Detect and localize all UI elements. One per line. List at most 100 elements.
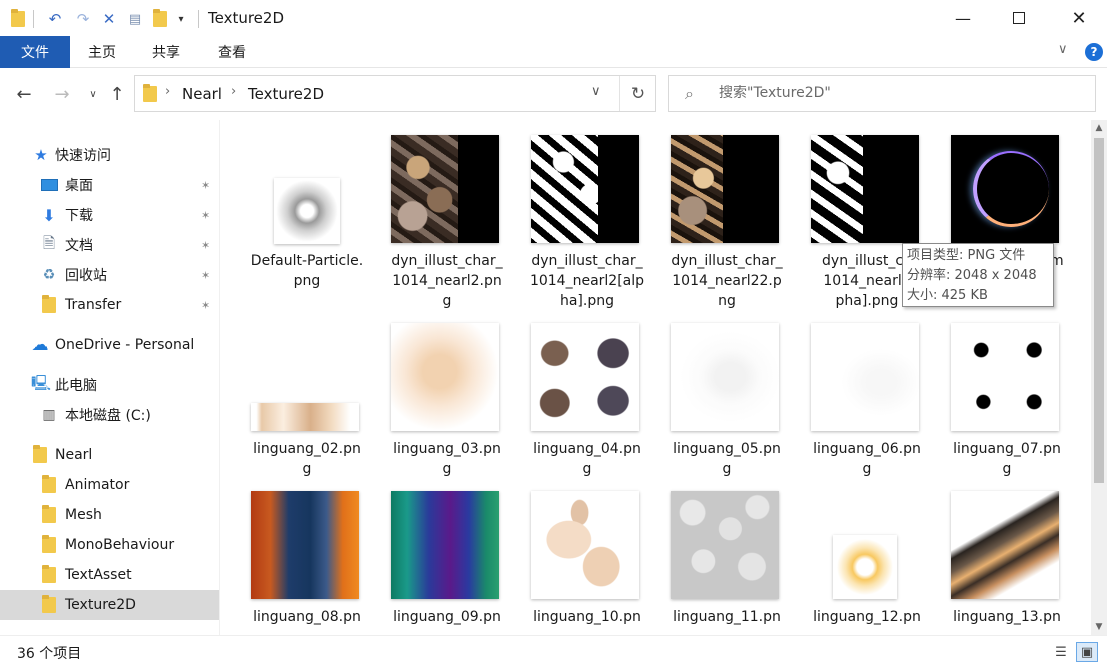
- file-thumbnail: [274, 178, 340, 244]
- help-icon[interactable]: ?: [1085, 43, 1103, 61]
- ribbon: 文件 主页 共享 查看 ∨ ?: [0, 36, 1107, 68]
- pin-icon[interactable]: ✶: [201, 239, 210, 252]
- file-name: dyn_illust_char_ 1014_nearl22.p ng: [671, 253, 783, 309]
- refresh-button[interactable]: ↻: [619, 76, 656, 111]
- recycle-bin-icon: ♻: [42, 267, 56, 283]
- sidebar-item-recycle-bin[interactable]: ♻ 回收站 ✶: [0, 260, 219, 290]
- folder-icon: [40, 505, 58, 523]
- sidebar-item-label: TextAsset: [65, 567, 132, 583]
- folder-icon: [40, 295, 58, 313]
- sidebar-item-this-pc[interactable]: 🖳 此电脑: [0, 370, 219, 400]
- back-button[interactable]: ←: [12, 82, 36, 106]
- tooltip-resolution: 分辨率: 2048 x 2048: [907, 268, 1037, 283]
- breadcrumb-texture2d[interactable]: Texture2D: [248, 85, 324, 103]
- folder-icon: [31, 445, 49, 463]
- file-thumbnail: [811, 135, 919, 243]
- navigation-pane: ★ 快速访问 桌面 ✶ ⬇ 下载 ✶ 🗎 文档 ✶ ♻ 回收站 ✶ Transf…: [0, 120, 220, 635]
- file-thumbnail: [811, 323, 919, 431]
- recent-locations-button[interactable]: ∨: [84, 82, 102, 106]
- tab-view[interactable]: 查看: [208, 36, 256, 68]
- file-thumbnail: [391, 323, 499, 431]
- file-name: linguang_11.pn: [673, 609, 781, 625]
- folder-icon: [10, 9, 26, 29]
- sidebar-item-label: Mesh: [65, 507, 102, 523]
- pin-icon[interactable]: ✶: [201, 179, 210, 192]
- search-input[interactable]: [719, 85, 1079, 101]
- breadcrumb-nearl[interactable]: Nearl: [182, 85, 222, 103]
- chevron-right-icon[interactable]: ›: [165, 84, 170, 99]
- forward-button[interactable]: →: [50, 82, 74, 106]
- sidebar-item-onedrive[interactable]: ☁ OneDrive - Personal: [0, 330, 219, 360]
- tooltip-type: 项目类型: PNG 文件: [907, 248, 1026, 263]
- undo-icon[interactable]: ↶: [44, 9, 66, 29]
- expand-ribbon-icon[interactable]: ∨: [1058, 42, 1068, 57]
- details-view-icon[interactable]: ☰: [1050, 642, 1072, 662]
- sidebar-item-desktop[interactable]: 桌面 ✶: [0, 170, 219, 200]
- file-name: linguang_12.pn: [813, 609, 921, 625]
- file-thumbnail: [671, 135, 779, 243]
- close-button[interactable]: ✕: [1056, 0, 1102, 36]
- sidebar-item-label: Transfer: [65, 297, 122, 313]
- file-grid: Default-Particle. png dyn_illust_char_ 101…: [221, 120, 1091, 635]
- file-thumbnail: [391, 135, 499, 243]
- file-thumbnail: [531, 323, 639, 431]
- folder-icon: [143, 84, 157, 102]
- pin-icon[interactable]: ✶: [201, 209, 210, 222]
- sidebar-item-downloads[interactable]: ⬇ 下载 ✶: [0, 200, 219, 230]
- vertical-scrollbar[interactable]: ▲ ▼: [1091, 120, 1107, 635]
- address-bar[interactable]: › Nearl › Texture2D ∨ ↻: [134, 75, 656, 112]
- tab-share[interactable]: 共享: [142, 36, 190, 68]
- redo-icon[interactable]: ↷: [72, 9, 94, 29]
- sidebar-item-quick-access[interactable]: ★ 快速访问: [0, 140, 219, 170]
- sidebar-item-transfer[interactable]: Transfer ✶: [0, 290, 219, 320]
- properties-icon[interactable]: ▤: [124, 9, 146, 29]
- scroll-down-icon[interactable]: ▼: [1091, 619, 1107, 635]
- file-name: linguang_09.pn: [393, 609, 501, 625]
- desktop-icon: [40, 177, 58, 193]
- sidebar-item-label: 下载: [65, 208, 93, 224]
- sidebar-item-label: Animator: [65, 477, 130, 493]
- file-thumbnail: [671, 323, 779, 431]
- file-tooltip: 项目类型: PNG 文件 分辨率: 2048 x 2048 大小: 425 KB: [902, 243, 1054, 307]
- sidebar-item-label: Texture2D: [65, 597, 136, 613]
- sidebar-item-textasset[interactable]: TextAsset: [0, 560, 219, 590]
- scroll-thumb[interactable]: [1094, 138, 1104, 483]
- tab-home[interactable]: 主页: [78, 36, 126, 68]
- file-name: linguang_08.pn: [253, 609, 361, 625]
- maximize-button[interactable]: [996, 0, 1042, 36]
- sidebar-item-animator[interactable]: Animator: [0, 470, 219, 500]
- file-thumbnail: [251, 491, 359, 599]
- scroll-up-icon[interactable]: ▲: [1091, 120, 1107, 136]
- ring-glow: [973, 151, 1049, 227]
- search-box[interactable]: ⌕: [668, 75, 1096, 112]
- file-name: linguang_10.pn: [533, 609, 641, 625]
- file-thumbnail: [531, 135, 639, 243]
- sidebar-item-label: 回收站: [65, 268, 107, 284]
- sidebar-item-local-disk[interactable]: ▥ 本地磁盘 (C:): [0, 400, 219, 430]
- explorer-window: ↶ ↷ ✕ ▤ ▾ Texture2D — ✕ 文件 主页 共享 查看 ∨ ? …: [0, 0, 1107, 665]
- chevron-down-icon[interactable]: ∨: [591, 84, 601, 99]
- file-name: dyn_illust_char_ 1014_nearl2.pn g: [391, 253, 503, 309]
- pin-icon[interactable]: ✶: [201, 269, 210, 282]
- up-button[interactable]: ↑: [106, 82, 128, 106]
- search-icon: ⌕: [685, 84, 694, 103]
- pin-icon[interactable]: ✶: [201, 299, 210, 312]
- tab-file[interactable]: 文件: [0, 36, 70, 68]
- customize-toolbar-icon[interactable]: ▾: [174, 9, 188, 29]
- file-thumbnail: [951, 323, 1059, 431]
- minimize-button[interactable]: —: [940, 0, 986, 36]
- window-title: Texture2D: [208, 9, 285, 27]
- sidebar-item-label: OneDrive - Personal: [55, 337, 195, 353]
- new-folder-icon[interactable]: [152, 9, 168, 29]
- sidebar-item-nearl[interactable]: Nearl: [0, 440, 219, 470]
- sidebar-item-texture2d[interactable]: Texture2D: [0, 590, 219, 620]
- folder-icon: [40, 475, 58, 493]
- chevron-right-icon[interactable]: ›: [231, 84, 236, 99]
- sidebar-item-monobehaviour[interactable]: MonoBehaviour: [0, 530, 219, 560]
- title-bar: ↶ ↷ ✕ ▤ ▾ Texture2D — ✕: [0, 0, 1107, 36]
- sidebar-item-mesh[interactable]: Mesh: [0, 500, 219, 530]
- large-icons-view-icon[interactable]: ▣: [1076, 642, 1098, 662]
- document-icon: 🗎: [42, 233, 56, 252]
- delete-icon[interactable]: ✕: [99, 9, 119, 29]
- sidebar-item-documents[interactable]: 🗎 文档 ✶: [0, 230, 219, 260]
